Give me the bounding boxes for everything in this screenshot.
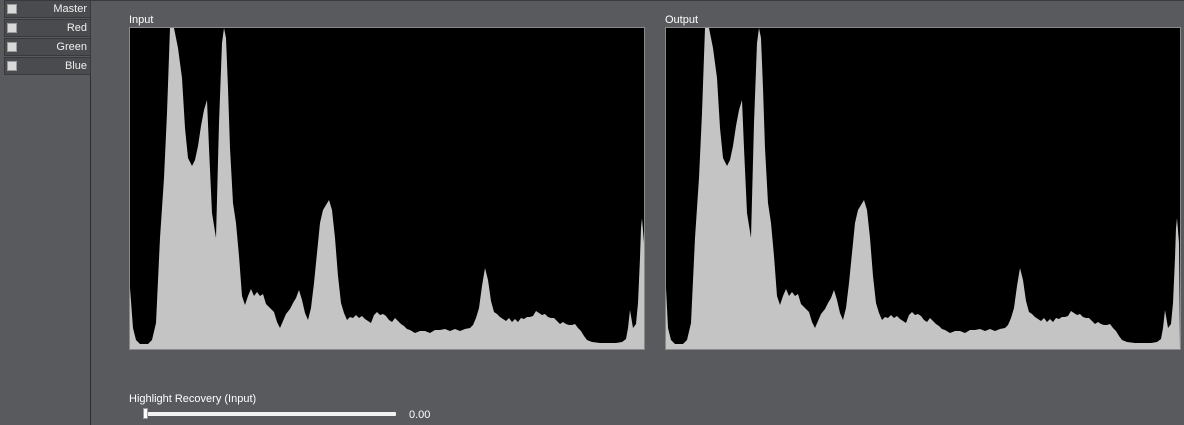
- red-checkbox[interactable]: [7, 23, 17, 33]
- input-histogram-fill: [130, 28, 644, 349]
- channel-green[interactable]: Green: [4, 38, 91, 56]
- highlight-recovery-label: Highlight Recovery (Input): [129, 393, 257, 405]
- top-divider: [91, 0, 1184, 1]
- channel-master[interactable]: Master: [4, 0, 91, 18]
- output-histogram-fill: [666, 28, 1180, 349]
- channel-red[interactable]: Red: [4, 19, 91, 37]
- channel-green-label: Green: [56, 41, 87, 53]
- blue-checkbox[interactable]: [7, 61, 17, 71]
- green-checkbox[interactable]: [7, 42, 17, 52]
- channel-red-label: Red: [66, 22, 87, 34]
- input-panel-title: Input: [129, 14, 154, 26]
- channel-blue-label: Blue: [64, 60, 87, 72]
- highlight-recovery-slider-handle[interactable]: [143, 408, 148, 419]
- input-histogram: [129, 27, 645, 350]
- channel-master-label: Master: [53, 3, 87, 15]
- output-panel-title: Output: [665, 14, 699, 26]
- channel-sidebar: Master Red Green Blue: [0, 0, 91, 425]
- master-checkbox[interactable]: [7, 4, 17, 14]
- channel-blue[interactable]: Blue: [4, 57, 91, 75]
- output-histogram: [665, 27, 1181, 350]
- highlight-recovery-value: 0.00: [409, 409, 431, 421]
- highlight-recovery-slider[interactable]: [144, 412, 396, 416]
